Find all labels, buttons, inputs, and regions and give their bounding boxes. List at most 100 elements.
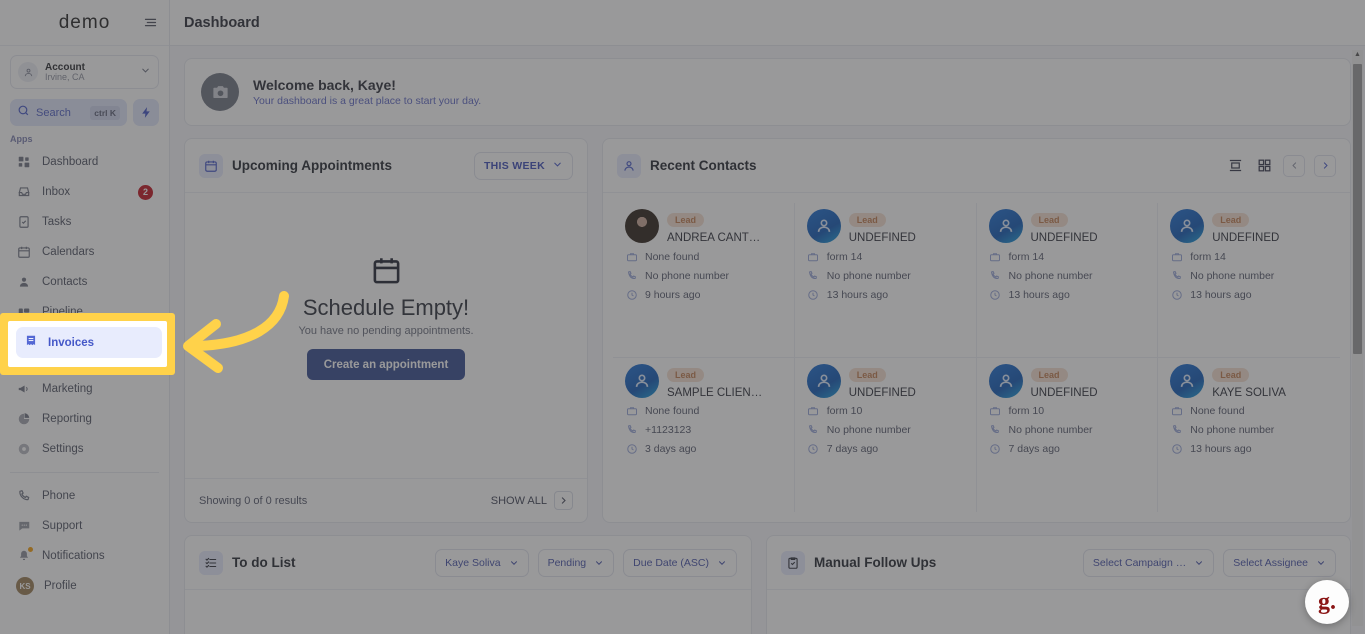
sidebar-item-label: Pipeline [42, 306, 83, 318]
contact-card[interactable]: Lead KAYE SOLIVA None found No phone number… [1158, 358, 1340, 513]
sidebar-item-support[interactable]: Support [8, 511, 161, 541]
contact-company: None found [625, 405, 782, 418]
primary-nav: Dashboard Inbox 2 Tasks Calendars Contac… [0, 147, 169, 601]
followups-filter-assignee[interactable]: Select Assignee [1223, 548, 1336, 577]
phone-icon [989, 269, 1002, 282]
empty-title: Schedule Empty! [302, 295, 470, 320]
grid-view-icon[interactable] [1254, 156, 1274, 176]
briefcase-icon [625, 250, 638, 263]
contact-name: UNDEFINED [1030, 232, 1098, 244]
sidebar-item-phone[interactable]: Phone [8, 481, 161, 511]
appointments-footer: Showing 0 of 0 results SHOW ALL [185, 478, 587, 522]
vertical-scrollbar[interactable]: ▲ [1352, 50, 1363, 626]
sidebar-item-settings[interactable]: Settings [8, 434, 161, 464]
contact-company: form 14 [989, 250, 1146, 263]
contacts-next-button[interactable] [1314, 154, 1336, 177]
search-input[interactable]: Search ctrl K [10, 99, 127, 126]
contact-phone: +1123123 [625, 424, 782, 437]
sidebar-item-label: Notifications [42, 550, 105, 562]
sidebar-item-calendars[interactable]: Calendars [8, 237, 161, 267]
scrollbar-thumb[interactable] [1353, 64, 1362, 354]
contact-time: 13 hours ago [1170, 443, 1328, 456]
sidebar-item-label: Inbox [42, 186, 71, 198]
sidebar-item-contacts[interactable]: Contacts [8, 267, 161, 297]
status-badge: Lead [848, 367, 886, 382]
contact-company: None found [1170, 405, 1328, 418]
contact-name: UNDEFINED [848, 232, 916, 244]
sidebar-item-profile[interactable]: KS Profile [8, 571, 161, 601]
contact-card[interactable]: Lead UNDEFINED form 14 No phone number 13 ho… [1158, 203, 1340, 358]
appointments-header: Upcoming Appointments THIS WEEK [185, 139, 587, 193]
person-icon [617, 153, 641, 178]
chevron-down-icon [510, 560, 517, 565]
followups-campaign-value: Select Campaign … [1092, 556, 1187, 569]
contact-time: 13 hours ago [807, 288, 964, 301]
appointments-range-filter[interactable]: THIS WEEK [473, 151, 573, 180]
contact-phone: No phone number [807, 269, 964, 282]
range-filter-value: THIS WEEK [483, 159, 545, 172]
main-area: Dashboard Welcome back, Kaye! Your dashb… [170, 0, 1365, 634]
sidebar-item-notifications[interactable]: Notifications [8, 541, 161, 571]
sidebar-item-label: Tasks [42, 216, 72, 228]
clock-icon [807, 288, 820, 301]
highlighted-sidebar-item-invoices[interactable]: Invoices [16, 327, 162, 358]
briefcase-icon [989, 405, 1002, 418]
sidebar-item-pipeline[interactable]: Pipeline [8, 297, 161, 327]
contact-phone: No phone number [807, 424, 964, 437]
account-selector[interactable]: Account Irvine, CA [10, 55, 159, 89]
todo-filter-sort-value: Due Date (ASC) [633, 556, 709, 569]
todo-filter-assignee[interactable]: Kaye Soliva [435, 548, 529, 577]
chevron-right-icon[interactable] [554, 491, 573, 510]
contact-company: form 10 [807, 405, 964, 418]
contact-card[interactable]: Lead UNDEFINED form 10 No phone number 7 day… [977, 357, 1159, 512]
calendar-icon [199, 153, 223, 178]
contacts-prev-button[interactable] [1283, 154, 1305, 177]
show-all-label[interactable]: SHOW ALL [491, 495, 547, 507]
briefcase-icon [1170, 250, 1183, 263]
avatar [806, 363, 841, 398]
gear-icon [16, 441, 32, 457]
contact-card[interactable]: Lead UNDEFINED form 14 No phone number 13 ho… [976, 203, 1159, 358]
contact-phone: No phone number [989, 424, 1146, 437]
todo-filter-sort[interactable]: Due Date (ASC) [623, 548, 737, 577]
chevron-down-icon [140, 63, 151, 81]
followups-filter-campaign[interactable]: Select Campaign … [1082, 548, 1215, 577]
contact-company-value: form 14 [1190, 250, 1226, 263]
scroll-up-arrow-icon[interactable]: ▲ [1353, 51, 1362, 58]
sidebar-item-marketing[interactable]: Marketing [8, 374, 161, 404]
contact-time: 13 hours ago [989, 288, 1146, 301]
sidebar-item-reporting[interactable]: Reporting [8, 404, 161, 434]
empty-calendar-icon [371, 255, 402, 291]
todo-filter-status[interactable]: Pending [537, 548, 615, 577]
contact-time-value: 3 days ago [645, 443, 697, 455]
megaphone-icon [16, 381, 32, 397]
avatar: KS [16, 577, 34, 595]
sidebar-item-dashboard[interactable]: Dashboard [8, 147, 161, 177]
welcome-subtitle: Your dashboard is a great place to start… [253, 95, 482, 107]
chat-support-icon [16, 518, 32, 534]
contact-card[interactable]: Lead UNDEFINED form 10 No phone number 7 day… [795, 357, 977, 512]
empty-subtitle: You have no pending appointments. [298, 325, 474, 337]
status-badge: Lead [1030, 213, 1068, 227]
contact-time-value: 7 days ago [826, 443, 879, 455]
sidebar-item-inbox[interactable]: Inbox 2 [8, 177, 161, 207]
contact-card[interactable]: Lead ANDREA CANT… None found No phone numbe… [613, 203, 795, 358]
collapse-menu-icon[interactable] [139, 11, 161, 33]
briefcase-icon [807, 405, 820, 418]
phone-icon [807, 424, 820, 437]
sidebar-item-tasks[interactable]: Tasks [8, 207, 161, 237]
create-appointment-button[interactable]: Create an appointment [306, 349, 466, 380]
quick-actions-button[interactable] [133, 99, 159, 126]
help-widget-button[interactable]: g. [1305, 580, 1349, 624]
contact-card[interactable]: Lead UNDEFINED form 14 No phone number 13 ho… [794, 203, 977, 358]
contact-name: UNDEFINED [848, 386, 916, 399]
clock-icon [1170, 288, 1183, 301]
sidebar-item-label: Profile [44, 580, 77, 592]
list-view-icon[interactable] [1225, 156, 1245, 176]
contact-time: 7 days ago [807, 443, 964, 456]
sidebar-item-label: Calendars [42, 246, 95, 258]
clock-icon [989, 288, 1002, 301]
contact-card[interactable]: Lead SAMPLE CLIEN… None found +1123123 3 day… [613, 357, 795, 512]
sidebar-item-label: Contacts [42, 276, 88, 288]
contact-name: ANDREA CANT… [667, 232, 761, 244]
